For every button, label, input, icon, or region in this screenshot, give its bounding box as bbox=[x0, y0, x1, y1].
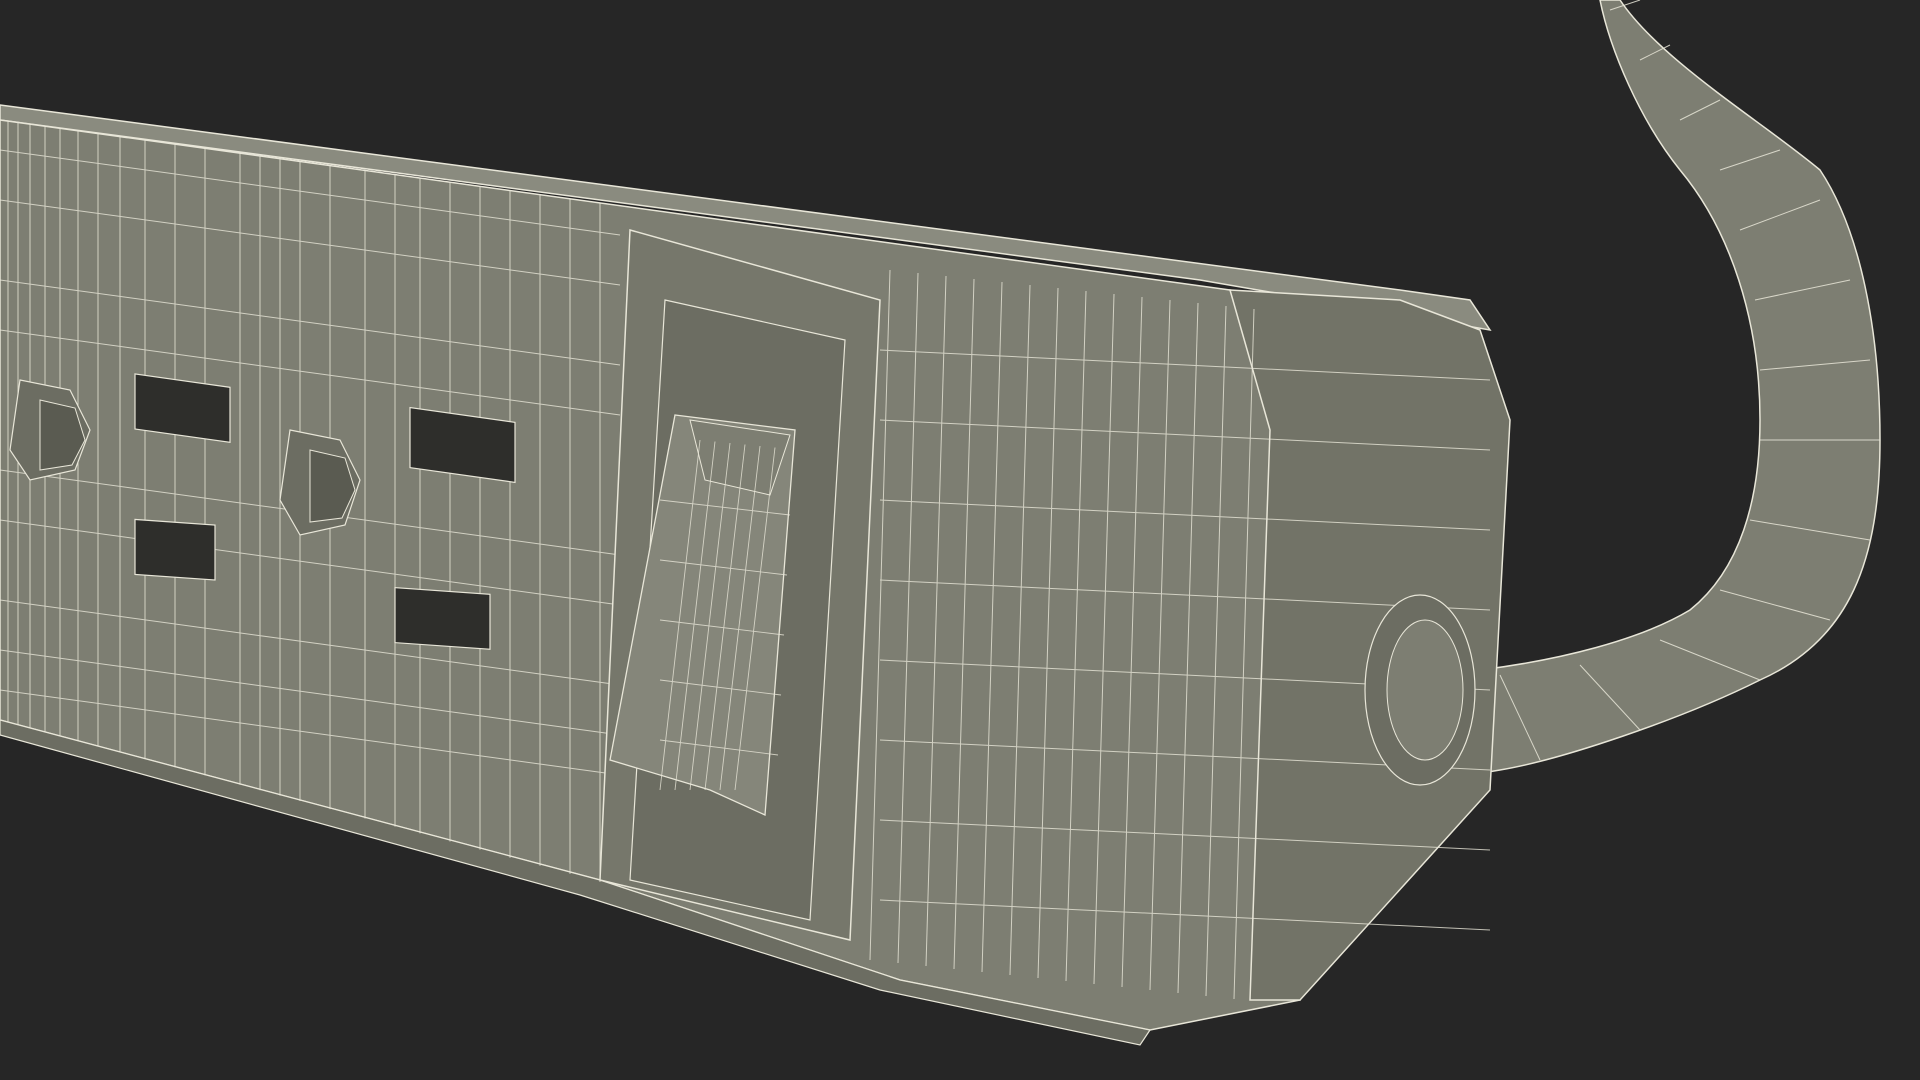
render-viewport bbox=[0, 0, 1920, 1080]
rocker-switch bbox=[599, 229, 881, 941]
wireframe-scene bbox=[0, 0, 1881, 1046]
